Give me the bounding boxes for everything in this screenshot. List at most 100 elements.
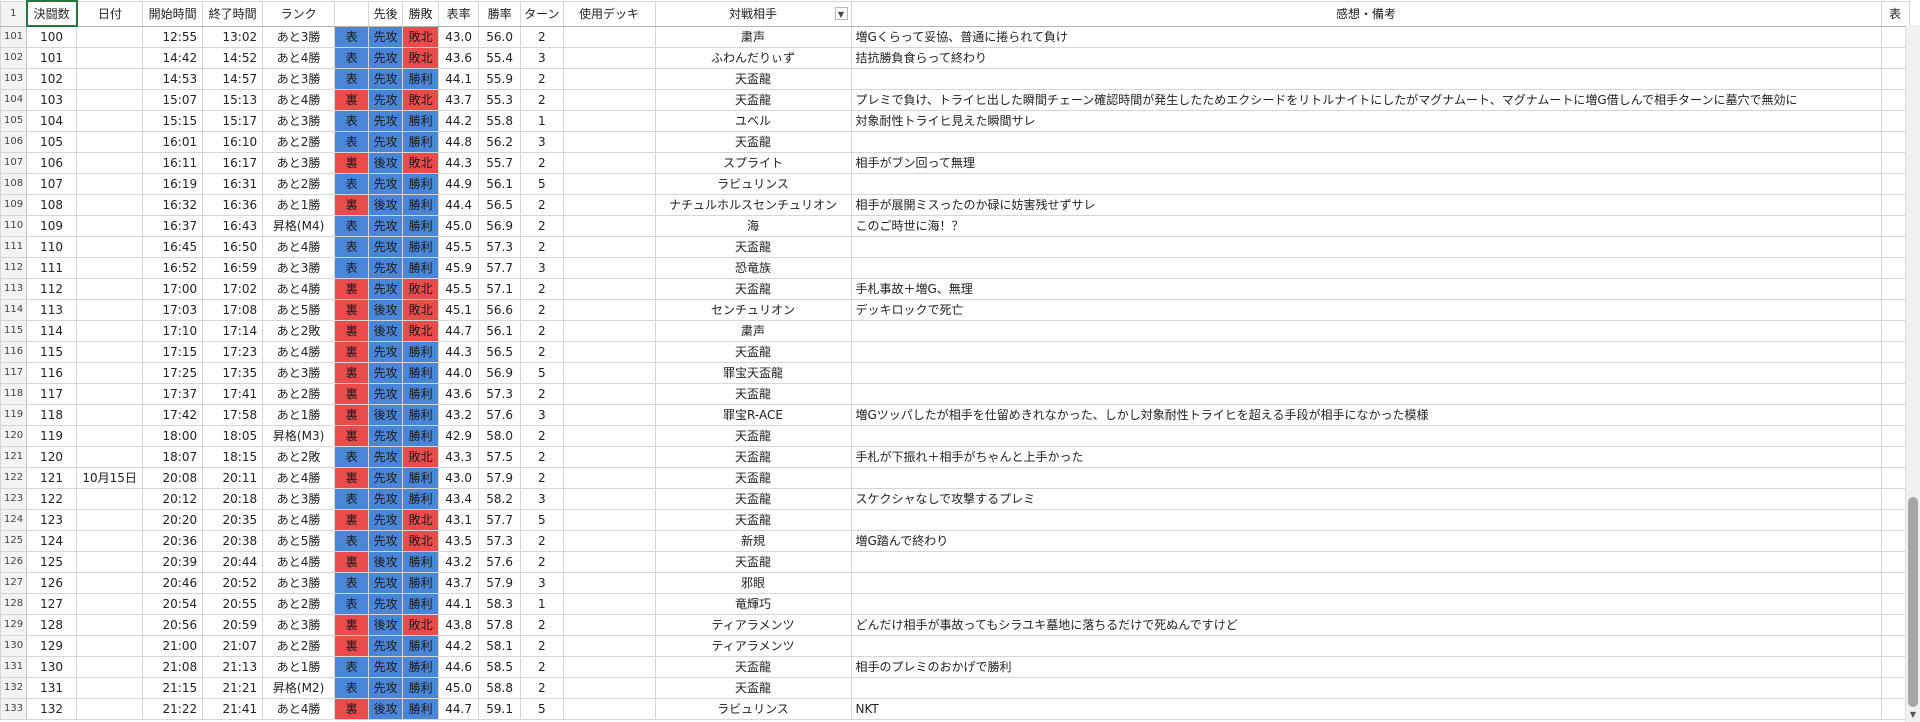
- cell-turn[interactable]: 3: [520, 47, 564, 69]
- cell-turn[interactable]: 2: [520, 635, 564, 657]
- cell-order[interactable]: 先攻: [368, 89, 404, 111]
- row-number[interactable]: 103: [0, 68, 28, 90]
- cell-opponent[interactable]: 天盃龍: [654, 236, 852, 258]
- cell-deck[interactable]: [562, 509, 656, 531]
- cell-win-rate-total[interactable]: 43.2: [438, 404, 480, 426]
- cell-order[interactable]: 先攻: [368, 341, 404, 363]
- header-coin[interactable]: 表裏: [334, 0, 370, 27]
- row-number[interactable]: 132: [0, 677, 28, 699]
- cell-games[interactable]: 124: [26, 530, 78, 552]
- cell-win-rate[interactable]: 56.6: [478, 299, 522, 321]
- cell-win-rate-total[interactable]: 43.7: [438, 89, 480, 111]
- cell-notes[interactable]: スケクシャなしで攻撃するプレミ: [850, 488, 1882, 510]
- table-row[interactable]: 111 110 16:45 16:50 あと4勝表先攻 勝利 45.5 57.3 2 天盃龍: [0, 236, 1910, 258]
- cell-end[interactable]: 15:17: [202, 110, 264, 132]
- cell-result[interactable]: 勝利: [402, 698, 440, 720]
- cell-order[interactable]: 先攻: [368, 593, 404, 615]
- cell-turn[interactable]: 2: [520, 425, 564, 447]
- cell-end[interactable]: 16:50: [202, 236, 264, 258]
- cell-start[interactable]: 15:07: [142, 89, 204, 111]
- cell-rank[interactable]: あと3勝: [262, 257, 336, 279]
- cell-notes[interactable]: [850, 341, 1882, 363]
- cell-rank[interactable]: あと1勝: [262, 194, 336, 216]
- cell-date[interactable]: [76, 68, 144, 90]
- cell-win-rate[interactable]: 57.3: [478, 236, 522, 258]
- cell-end[interactable]: 20:52: [202, 572, 264, 594]
- cell-date[interactable]: [76, 488, 144, 510]
- cell-games[interactable]: 104: [26, 110, 78, 132]
- cell-turn[interactable]: 2: [520, 656, 564, 678]
- cell-notes[interactable]: 手札事故＋増G、無理: [850, 278, 1882, 300]
- cell-coin[interactable]: 表: [334, 173, 370, 195]
- cell-start[interactable]: 21:00: [142, 635, 204, 657]
- cell-win-rate[interactable]: 57.9: [478, 467, 522, 489]
- cell-start[interactable]: 20:20: [142, 509, 204, 531]
- cell-order[interactable]: 後攻: [368, 152, 404, 174]
- cell-end[interactable]: 17:08: [202, 299, 264, 321]
- cell-result[interactable]: 勝利: [402, 635, 440, 657]
- table-row[interactable]: 127 126 20:46 20:52 あと3勝表先攻 勝利 43.7 57.9 3 邪眼: [0, 572, 1910, 594]
- cell-notes[interactable]: [850, 236, 1882, 258]
- cell-deck[interactable]: [562, 467, 656, 489]
- cell-date[interactable]: [76, 614, 144, 636]
- cell-opponent[interactable]: 天盃龍: [654, 509, 852, 531]
- cell-opponent[interactable]: 天盃龍: [654, 425, 852, 447]
- cell-turn[interactable]: 2: [520, 677, 564, 699]
- cell-win-rate-total[interactable]: 45.0: [438, 677, 480, 699]
- cell-notes[interactable]: NKT: [850, 698, 1882, 720]
- cell-end[interactable]: 14:57: [202, 68, 264, 90]
- row-number[interactable]: 123: [0, 488, 28, 510]
- cell-order[interactable]: 先攻: [368, 509, 404, 531]
- cell-start[interactable]: 20:36: [142, 530, 204, 552]
- cell-rank[interactable]: あと1勝: [262, 656, 336, 678]
- cell-coin[interactable]: 表: [334, 446, 370, 468]
- row-number[interactable]: 106: [0, 131, 28, 153]
- cell-deck[interactable]: [562, 215, 656, 237]
- cell-order[interactable]: 後攻: [368, 299, 404, 321]
- cell-coin[interactable]: 裏: [334, 341, 370, 363]
- cell-end[interactable]: 20:59: [202, 614, 264, 636]
- cell-coin[interactable]: 表: [334, 215, 370, 237]
- cell-win-rate[interactable]: 55.7: [478, 152, 522, 174]
- cell-result[interactable]: 敗北: [402, 25, 440, 48]
- cell-games[interactable]: 113: [26, 299, 78, 321]
- cell-result[interactable]: 敗北: [402, 89, 440, 111]
- cell-start[interactable]: 17:00: [142, 278, 204, 300]
- cell-start[interactable]: 20:08: [142, 467, 204, 489]
- cell-order[interactable]: 先攻: [368, 635, 404, 657]
- cell-notes[interactable]: 手札が下振れ＋相手がちゃんと上手かった: [850, 446, 1882, 468]
- cell-rank[interactable]: あと5勝: [262, 530, 336, 552]
- row-number[interactable]: 128: [0, 593, 28, 615]
- row-number[interactable]: 130: [0, 635, 28, 657]
- cell-date[interactable]: [76, 215, 144, 237]
- cell-end[interactable]: 16:17: [202, 152, 264, 174]
- cell-turn[interactable]: 2: [520, 383, 564, 405]
- cell-win-rate[interactable]: 55.8: [478, 110, 522, 132]
- table-row[interactable]: 130 129 21:00 21:07 あと2勝裏先攻 勝利 44.2 58.1 2 ティアラメン…: [0, 635, 1910, 657]
- cell-rank[interactable]: あと3勝: [262, 110, 336, 132]
- cell-order[interactable]: 先攻: [368, 362, 404, 384]
- cell-rank[interactable]: あと2勝: [262, 383, 336, 405]
- cell-end[interactable]: 21:41: [202, 698, 264, 720]
- cell-turn[interactable]: 5: [520, 362, 564, 384]
- cell-win-rate[interactable]: 56.5: [478, 194, 522, 216]
- cell-games[interactable]: 122: [26, 488, 78, 510]
- cell-coin[interactable]: 表: [334, 110, 370, 132]
- cell-end[interactable]: 17:02: [202, 278, 264, 300]
- cell-notes[interactable]: [850, 383, 1882, 405]
- header-result[interactable]: 勝敗: [402, 0, 440, 27]
- cell-coin[interactable]: 裏: [334, 152, 370, 174]
- cell-deck[interactable]: [562, 236, 656, 258]
- cell-games[interactable]: 121: [26, 467, 78, 489]
- cell-win-rate[interactable]: 57.6: [478, 404, 522, 426]
- cell-opponent[interactable]: 天盃龍: [654, 131, 852, 153]
- cell-end[interactable]: 20:38: [202, 530, 264, 552]
- cell-notes[interactable]: デッキロックで死亡: [850, 299, 1882, 321]
- cell-coin[interactable]: 表: [334, 257, 370, 279]
- cell-deck[interactable]: [562, 362, 656, 384]
- table-row[interactable]: 133 132 21:22 21:41 あと4勝裏後攻 勝利 44.7 59.1 5 ラビュリンス…: [0, 698, 1910, 720]
- cell-notes[interactable]: このご時世に海！？: [850, 215, 1882, 237]
- cell-result[interactable]: 勝利: [402, 173, 440, 195]
- cell-deck[interactable]: [562, 593, 656, 615]
- cell-win-rate-total[interactable]: 44.3: [438, 152, 480, 174]
